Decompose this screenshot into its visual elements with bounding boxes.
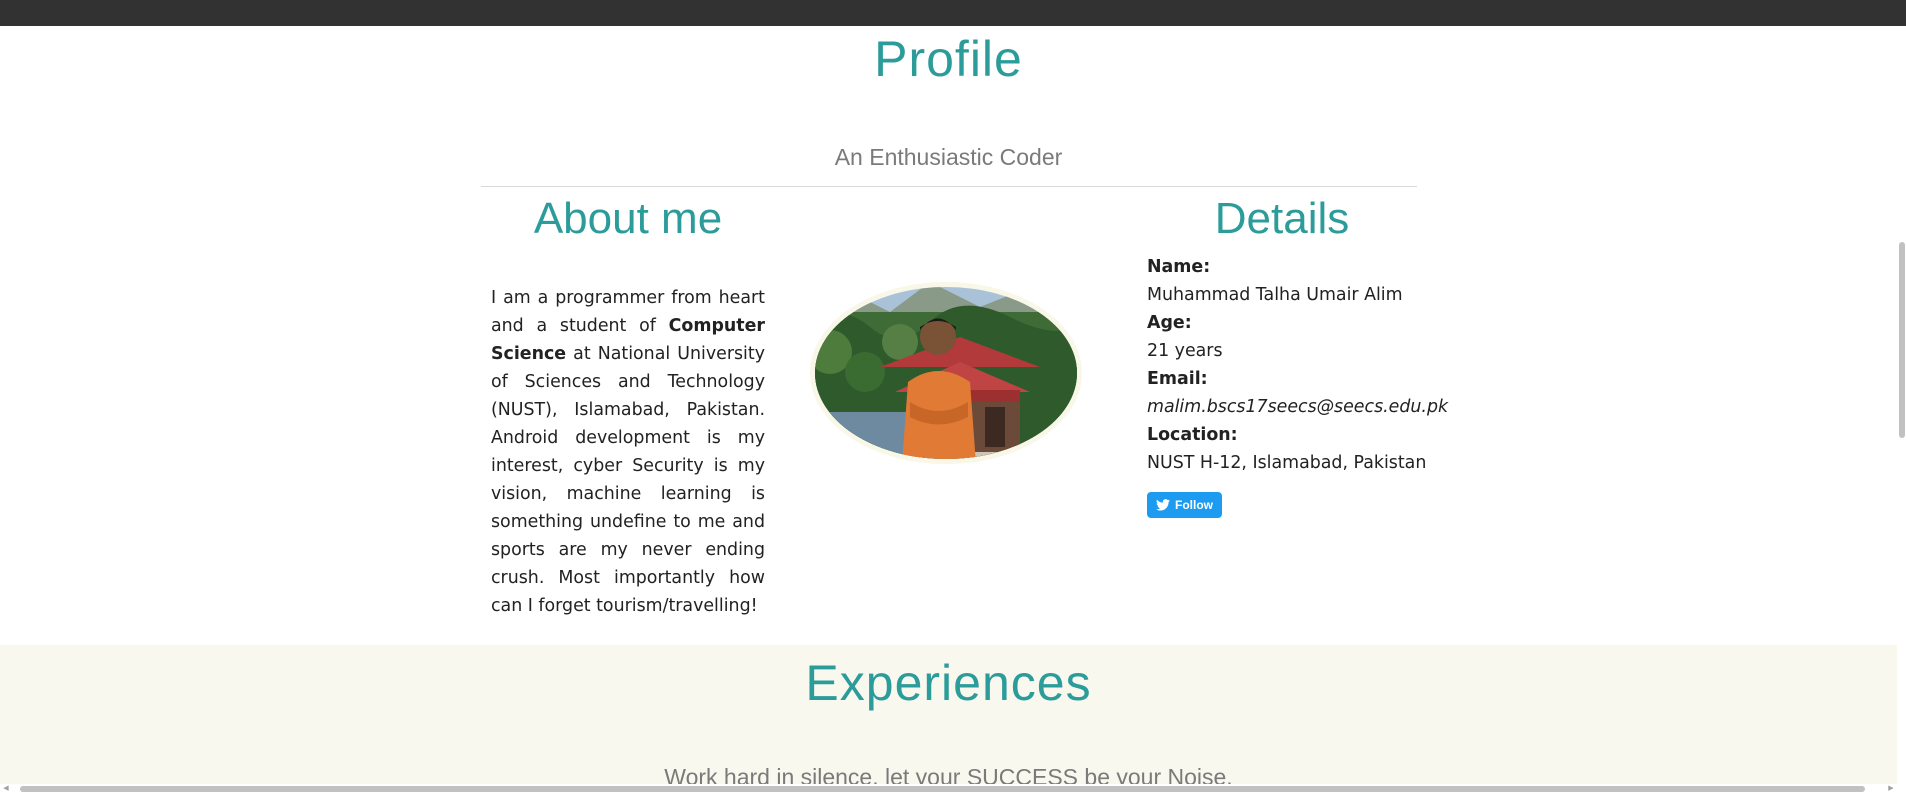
section-divider xyxy=(481,186,1417,187)
details-heading: Details xyxy=(1214,194,1350,243)
location-value: NUST H-12, Islamabad, Pakistan xyxy=(1147,453,1427,473)
location-label: Location: xyxy=(1147,425,1238,445)
profile-photo xyxy=(810,282,1082,464)
scroll-right-arrow-icon[interactable]: ▶ xyxy=(1887,784,1895,792)
follow-label: Follow xyxy=(1175,498,1213,512)
page-tagline: An Enthusiastic Coder xyxy=(834,144,1063,170)
about-text: I am a programmer from heart and a stude… xyxy=(491,284,765,620)
experiences-title: Experiences xyxy=(805,655,1092,711)
vertical-scrollbar-thumb[interactable] xyxy=(1899,242,1905,438)
email-label: Email: xyxy=(1147,369,1208,389)
age-label: Age: xyxy=(1147,313,1192,333)
twitter-follow-button[interactable]: Follow xyxy=(1147,492,1222,518)
horizontal-scrollbar-thumb[interactable] xyxy=(20,786,1865,792)
scroll-left-arrow-icon[interactable]: ◀ xyxy=(2,784,10,792)
about-heading: About me xyxy=(533,194,723,243)
twitter-bird-icon xyxy=(1156,499,1170,511)
name-value: Muhammad Talha Umair Alim xyxy=(1147,285,1403,305)
page-title: Profile xyxy=(874,31,1023,87)
email-value[interactable]: malim.bscs17seecs@seecs.edu.pk xyxy=(1147,393,1448,421)
age-value: 21 years xyxy=(1147,341,1223,361)
details-list: Name: Muhammad Talha Umair Alim Age: 21 … xyxy=(1147,253,1448,477)
about-text-end: at National University of Sciences and T… xyxy=(491,344,765,616)
browser-top-bar xyxy=(0,0,1906,26)
name-label: Name: xyxy=(1147,257,1211,277)
